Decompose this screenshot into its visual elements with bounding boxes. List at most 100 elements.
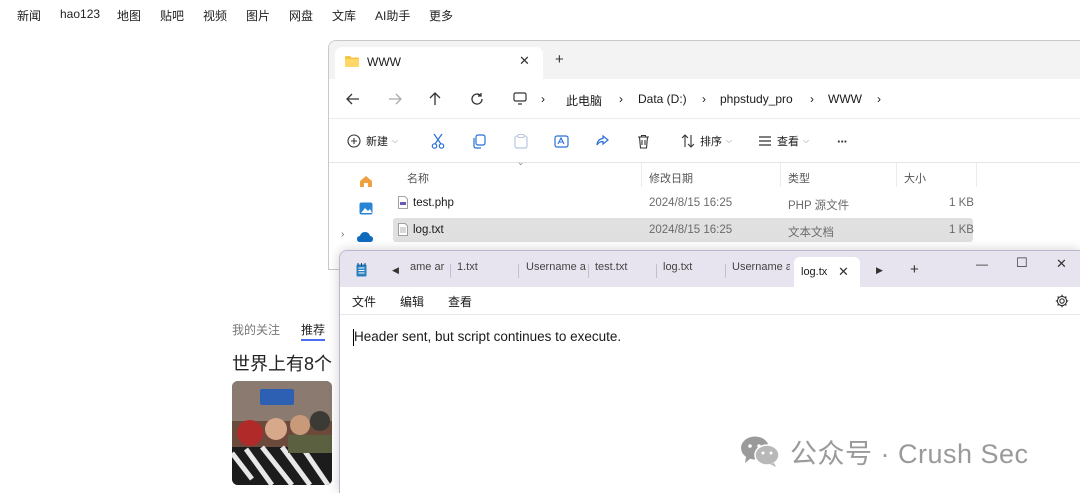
sort-icon	[681, 134, 695, 148]
breadcrumb-www[interactable]: WWW	[828, 92, 862, 106]
notepad-tab[interactable]: 1.txt	[457, 261, 515, 283]
home-icon[interactable]	[359, 175, 373, 188]
active-tab-label: log.tx	[801, 266, 828, 278]
file-name: test.php	[413, 197, 454, 209]
menu-edit[interactable]: 编辑	[400, 293, 424, 310]
nav-link-map[interactable]: 地图	[117, 7, 141, 24]
rename-button[interactable]	[554, 131, 570, 151]
new-tab-plus-icon[interactable]: +	[555, 51, 564, 68]
share-button[interactable]	[595, 131, 610, 151]
new-button[interactable]: 新建 ⌵	[347, 131, 398, 151]
nav-link-netdisk[interactable]: 网盘	[289, 7, 313, 24]
feed-tab-recommended[interactable]: 推荐	[301, 321, 325, 338]
folder-icon	[345, 56, 359, 67]
sort-button[interactable]: 排序 ⌵	[681, 131, 732, 151]
nav-link-wenku[interactable]: 文库	[332, 7, 356, 24]
nav-link-tieba[interactable]: 贴吧	[160, 7, 184, 24]
scissors-icon	[431, 133, 445, 149]
plus-circle-icon	[347, 134, 361, 148]
notepad-tab[interactable]: ame ar	[410, 261, 448, 283]
new-tab-plus-icon[interactable]: +	[910, 261, 919, 278]
nav-link-images[interactable]: 图片	[246, 7, 270, 24]
copy-icon	[473, 133, 486, 149]
column-header-name[interactable]: 名称	[407, 170, 429, 186]
nav-link-hao123[interactable]: hao123	[60, 7, 100, 21]
explorer-tab-www[interactable]: WWW ✕	[335, 47, 543, 79]
file-row-test-php[interactable]: test.php 2024/8/15 16:25 PHP 源文件 1 KB	[393, 191, 974, 215]
onedrive-icon[interactable]	[357, 232, 373, 242]
chevron-right-icon: ›	[541, 92, 545, 106]
news-thumbnail[interactable]	[232, 381, 332, 485]
maximize-icon[interactable]: ☐	[1016, 255, 1028, 271]
text-file-icon	[398, 223, 408, 236]
chevron-down-icon: ⌵	[726, 136, 733, 145]
view-button[interactable]: 查看 ⌵	[758, 131, 809, 151]
new-button-label: 新建	[366, 136, 388, 148]
back-arrow-icon[interactable]	[343, 89, 363, 109]
trash-icon	[638, 134, 649, 149]
breadcrumb-this-pc[interactable]: 此电脑	[566, 92, 602, 109]
feed-tab-following[interactable]: 我的关注	[232, 321, 280, 338]
view-button-label: 查看	[777, 136, 799, 148]
nav-link-video[interactable]: 视频	[203, 7, 227, 24]
breadcrumb[interactable]: › 此电脑 › Data (D:) › phpstudy_pro › WWW ›	[503, 83, 1080, 115]
file-type: PHP 源文件	[788, 200, 850, 212]
php-file-icon	[398, 196, 408, 209]
chevron-right-icon[interactable]: ›	[341, 229, 344, 240]
file-size: 1 KB	[949, 224, 974, 236]
notepad-tab[interactable]: Username ar	[732, 261, 790, 283]
nav-link-more[interactable]: 更多	[429, 7, 453, 24]
chevron-right-icon: ›	[702, 92, 706, 106]
share-icon	[596, 134, 609, 146]
top-navigation: 新闻 hao123 地图 贴吧 视频 图片 网盘 文库 AI助手 更多	[0, 0, 1080, 28]
more-options-button[interactable]: ···	[837, 131, 848, 151]
menu-view[interactable]: 查看	[448, 293, 472, 310]
up-arrow-icon[interactable]	[425, 89, 445, 109]
file-explorer-window: WWW ✕ + › 此电脑 › Data (D:) › phpstudy_pro…	[328, 40, 1080, 270]
nav-link-ai-assistant[interactable]: AI助手	[375, 7, 410, 24]
file-date: 2024/8/15 16:25	[649, 197, 733, 209]
explorer-titlebar: WWW ✕ +	[329, 41, 1080, 79]
breadcrumb-data-d[interactable]: Data (D:)	[638, 92, 687, 106]
wechat-icon	[741, 436, 780, 467]
menu-file[interactable]: 文件	[352, 293, 376, 310]
explorer-address-bar: › 此电脑 › Data (D:) › phpstudy_pro › WWW ›	[329, 79, 1080, 119]
notepad-tab-active[interactable]: log.tx ✕	[794, 257, 860, 287]
forward-arrow-icon[interactable]	[385, 89, 405, 109]
nav-link-news[interactable]: 新闻	[17, 7, 41, 24]
breadcrumb-phpstudy-pro[interactable]: phpstudy_pro	[720, 92, 793, 106]
delete-button[interactable]	[637, 131, 650, 151]
column-header-size[interactable]: 大小	[904, 170, 926, 186]
file-size: 1 KB	[949, 197, 974, 209]
chevron-right-icon: ›	[877, 92, 881, 106]
notepad-titlebar: ◀ ame ar 1.txt Username ar test.txt log.…	[340, 251, 1080, 287]
gallery-icon[interactable]	[359, 202, 373, 215]
active-tab-indicator	[301, 339, 325, 341]
column-header-type[interactable]: 类型	[788, 170, 810, 186]
cut-button[interactable]	[431, 131, 445, 151]
file-date: 2024/8/15 16:25	[649, 224, 733, 236]
settings-gear-icon[interactable]	[1055, 294, 1069, 308]
close-icon[interactable]: ✕	[838, 264, 849, 280]
column-header-date[interactable]: 修改日期	[649, 170, 693, 186]
file-name: log.txt	[413, 224, 444, 236]
news-headline[interactable]: 世界上有8个	[232, 350, 332, 376]
explorer-command-bar: 新建 ⌵ 排序 ⌵ 查看 ⌵ ···	[329, 119, 1080, 163]
chevron-down-icon: ⌵	[803, 136, 810, 145]
notepad-tab[interactable]: log.txt	[663, 261, 723, 283]
copy-button[interactable]	[472, 131, 486, 151]
close-window-icon[interactable]: ✕	[1056, 256, 1067, 272]
explorer-tab-title: WWW	[367, 55, 401, 69]
notepad-tab[interactable]: Username ar	[526, 261, 586, 283]
minimize-icon[interactable]: —	[976, 257, 988, 271]
computer-icon	[513, 92, 527, 105]
file-row-log-txt[interactable]: log.txt 2024/8/15 16:25 文本文档 1 KB	[393, 218, 974, 242]
paste-button[interactable]	[514, 131, 528, 151]
close-icon[interactable]: ✕	[519, 53, 530, 69]
refresh-icon[interactable]	[467, 89, 487, 109]
notepad-menubar: 文件 编辑 查看	[340, 287, 1080, 315]
notepad-tab[interactable]: test.txt	[595, 261, 653, 283]
notepad-content: Header sent, but script continues to exe…	[354, 329, 622, 344]
scroll-tabs-right-icon[interactable]: ▶	[876, 265, 883, 276]
scroll-tabs-left-icon[interactable]: ◀	[392, 265, 399, 276]
